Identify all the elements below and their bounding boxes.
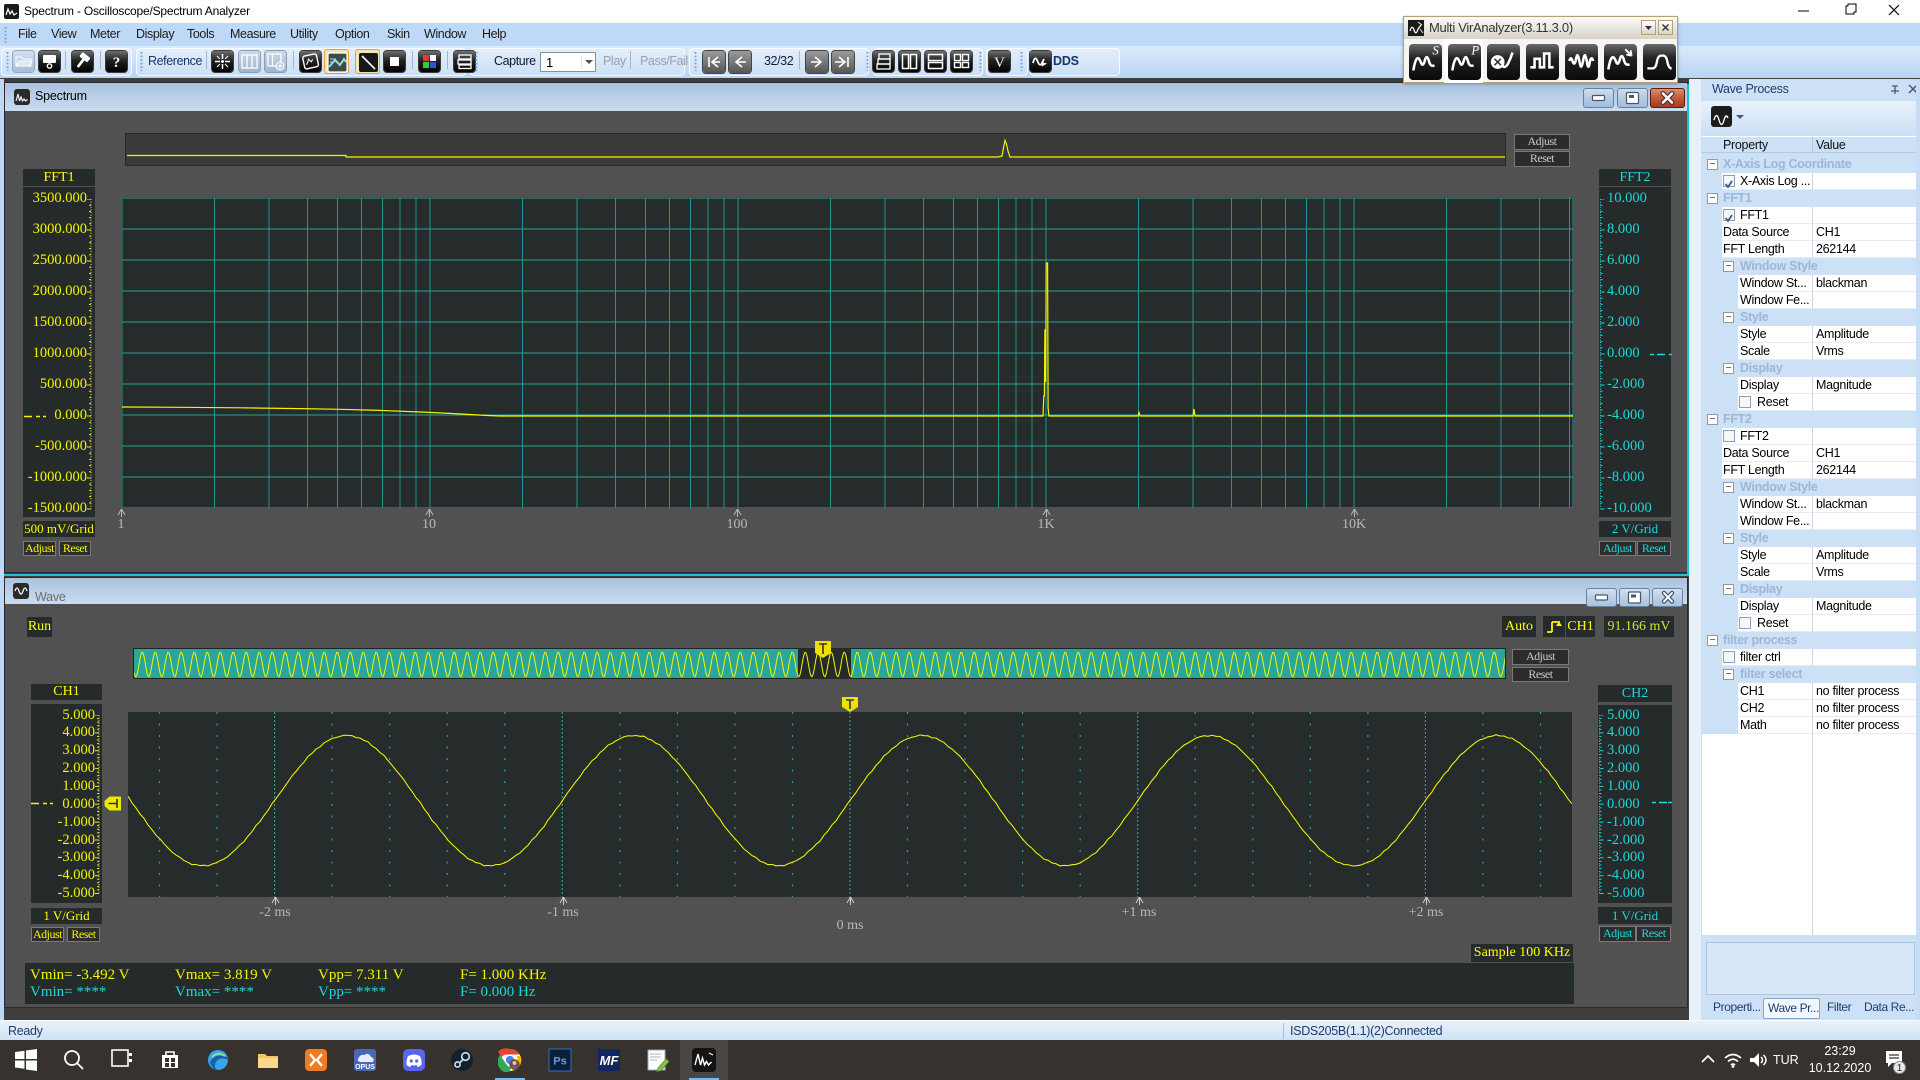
svg-text:MF: MF xyxy=(600,1053,620,1068)
svg-text:V: V xyxy=(994,55,1005,71)
svg-text:P: P xyxy=(1470,44,1479,58)
svg-text:?: ? xyxy=(113,55,121,71)
svg-text:Ps: Ps xyxy=(553,1056,566,1068)
svg-text:S: S xyxy=(1432,44,1439,58)
svg-text:OPUS: OPUS xyxy=(355,1064,375,1071)
